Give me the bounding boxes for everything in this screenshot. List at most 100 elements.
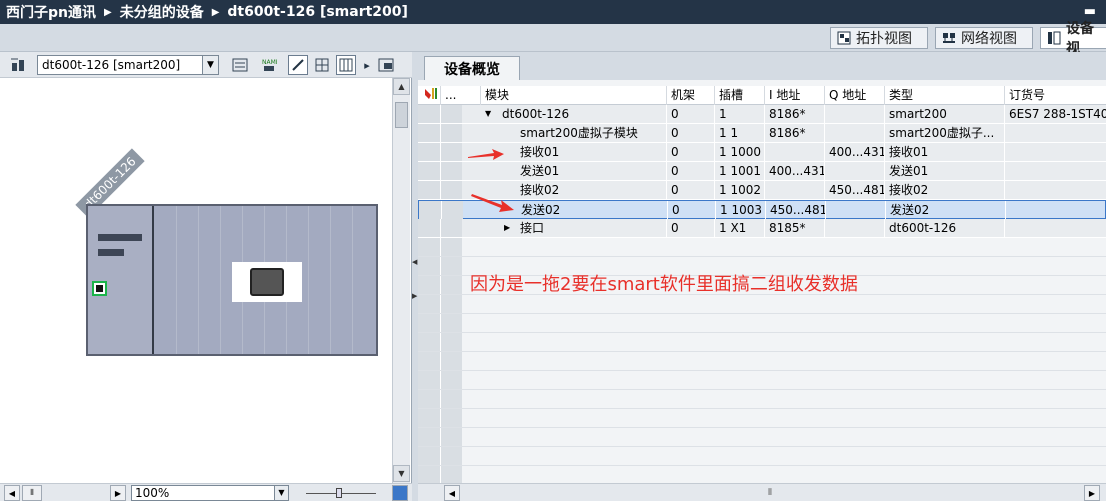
col-header-module[interactable]: 模块 (480, 86, 666, 105)
cell-slot: 1 1003 (715, 201, 765, 219)
table-view-icon[interactable] (336, 55, 356, 75)
ethernet-port-icon[interactable] (92, 281, 107, 296)
table-row[interactable]: smart200虚拟子模块 0 1 1 8186* smart200虚拟子... (418, 124, 1106, 143)
device-select[interactable]: dt600t-126 [smart200] ▼ (37, 55, 219, 75)
cell-module: 发送02 (521, 203, 561, 217)
col-header-i-address[interactable]: I 地址 (764, 86, 824, 105)
cell-slot: 1 (714, 105, 764, 123)
breadcrumb-project[interactable]: 西门子pn通讯 (6, 2, 96, 22)
row-gutter (418, 466, 440, 484)
led-bar (98, 249, 124, 256)
device-network-icon[interactable] (8, 55, 28, 75)
grid-icon[interactable] (312, 55, 332, 75)
row-gutter (418, 143, 440, 161)
col-header-more[interactable]: ... (440, 86, 462, 105)
row-gutter (418, 371, 440, 389)
table-row[interactable]: ▶ 接口 0 1 X1 8185* dt600t-126 (418, 219, 1106, 238)
chevron-down-icon[interactable]: ▼ (202, 56, 218, 74)
title-bar: 西门子pn通讯 ▶ 未分组的设备 ▶ dt600t-126 [smart200]… (0, 0, 1106, 24)
cell-order-number (1004, 143, 1106, 161)
chevron-down-icon[interactable]: ▼ (274, 486, 288, 500)
table-header: ... 模块 机架 插槽 I 地址 Q 地址 类型 订货号 (418, 86, 1106, 105)
row-gutter (440, 466, 462, 484)
table-row-selected[interactable]: 发送02 0 1 1003 450...481 发送02 (418, 200, 1106, 219)
minimize-icon[interactable]: ▬ (1084, 4, 1096, 19)
navigation-icon[interactable] (392, 485, 408, 501)
col-header-rack[interactable]: 机架 (666, 86, 714, 105)
cell-slot: 1 X1 (714, 219, 764, 237)
col-header-type[interactable]: 类型 (884, 86, 1004, 105)
col-header-order-number[interactable]: 订货号 (1004, 86, 1106, 105)
row-gutter (440, 333, 462, 351)
expand-right-icon[interactable]: ▶ (412, 292, 417, 300)
cell-q-address (824, 105, 884, 123)
col-header-slot[interactable]: 插槽 (714, 86, 764, 105)
scroll-thumb[interactable] (395, 102, 408, 128)
cell-i-address (764, 143, 824, 161)
tab-topology-view[interactable]: 拓扑视图 (830, 27, 928, 49)
table-row[interactable]: 接收01 0 1 1000 400...431 接收01 (418, 143, 1106, 162)
row-gutter (440, 105, 462, 123)
virtual-submodule[interactable] (232, 262, 302, 302)
scroll-up-icon[interactable]: ▲ (393, 78, 410, 95)
more-icon[interactable]: ▸ (362, 55, 372, 75)
table-row[interactable]: 接收02 0 1 1002 450...481 接收02 (418, 181, 1106, 200)
cell-order-number (1004, 219, 1106, 237)
chevron-right-icon[interactable]: ▶ (504, 219, 510, 237)
tab-topology-label: 拓扑视图 (856, 31, 912, 47)
row-gutter (418, 124, 440, 142)
horizontal-scrollbar[interactable]: ◀ ⦀ ▶ (418, 483, 1106, 501)
chevron-down-icon[interactable]: ▼ (485, 105, 491, 123)
overview-icon[interactable] (376, 55, 396, 75)
breadcrumb-device[interactable]: dt600t-126 [smart200] (227, 4, 408, 20)
cell-type: 发送02 (885, 201, 1005, 219)
row-gutter (418, 295, 440, 313)
table-row[interactable]: ▼ dt600t-126 0 1 8186* smart200 6ES7 288… (418, 105, 1106, 124)
network-icon (942, 31, 956, 45)
scroll-right-icon[interactable]: ▶ (110, 485, 126, 501)
device-canvas[interactable]: dt600t-126 (0, 78, 392, 483)
row-gutter (419, 201, 441, 219)
empty-row (418, 447, 1106, 466)
pen-icon[interactable] (288, 55, 308, 75)
scroll-left-icon[interactable]: ◀ (444, 485, 460, 501)
scroll-left-icon[interactable]: ◀ (4, 485, 20, 501)
row-gutter (440, 219, 462, 237)
hscroll-thumb[interactable]: ⦀ (22, 485, 42, 501)
device-rack[interactable] (86, 204, 378, 356)
cell-rack: 0 (666, 219, 714, 237)
vertical-scrollbar[interactable]: ▲ ▼ (392, 78, 410, 483)
name-icon[interactable]: NAME (259, 55, 279, 75)
collapse-left-icon[interactable]: ◀ (412, 258, 417, 266)
module-chip-icon (250, 268, 284, 296)
cell-rack: 0 (666, 124, 714, 142)
zoom-select[interactable]: 100% ▼ (131, 485, 289, 501)
zoom-slider-knob[interactable] (336, 488, 342, 498)
row-gutter (440, 124, 462, 142)
row-gutter (418, 105, 440, 123)
tab-device-overview[interactable]: 设备概览 (424, 56, 520, 80)
row-gutter (418, 162, 440, 180)
zoom-slider[interactable] (306, 488, 376, 498)
empty-row (418, 314, 1106, 333)
slot-divider (308, 206, 309, 354)
scroll-right-icon[interactable]: ▶ (1084, 485, 1100, 501)
cell-q-address: 450...481 (824, 181, 884, 199)
breadcrumb-group[interactable]: 未分组的设备 (120, 2, 204, 22)
empty-row (418, 390, 1106, 409)
col-header-q-address[interactable]: Q 地址 (824, 86, 884, 105)
row-gutter (418, 181, 440, 199)
layout-icon[interactable] (230, 55, 250, 75)
tab-network-view[interactable]: 网络视图 (935, 27, 1033, 49)
cpu-module[interactable] (88, 206, 154, 354)
tab-device-view[interactable]: 设备视 (1040, 21, 1106, 57)
scroll-grip-icon[interactable]: ⦀ (768, 488, 772, 498)
device-view-panel: dt600t-126 [smart200] ▼ NAME ▸ dt600t-12… (0, 52, 412, 501)
scroll-down-icon[interactable]: ▼ (393, 465, 410, 482)
empty-row (418, 371, 1106, 390)
row-gutter (440, 390, 462, 408)
cell-slot: 1 1001 (714, 162, 764, 180)
cell-order-number (1005, 201, 1106, 219)
table-row[interactable]: 发送01 0 1 1001 400...431 发送01 (418, 162, 1106, 181)
cell-slot: 1 1002 (714, 181, 764, 199)
